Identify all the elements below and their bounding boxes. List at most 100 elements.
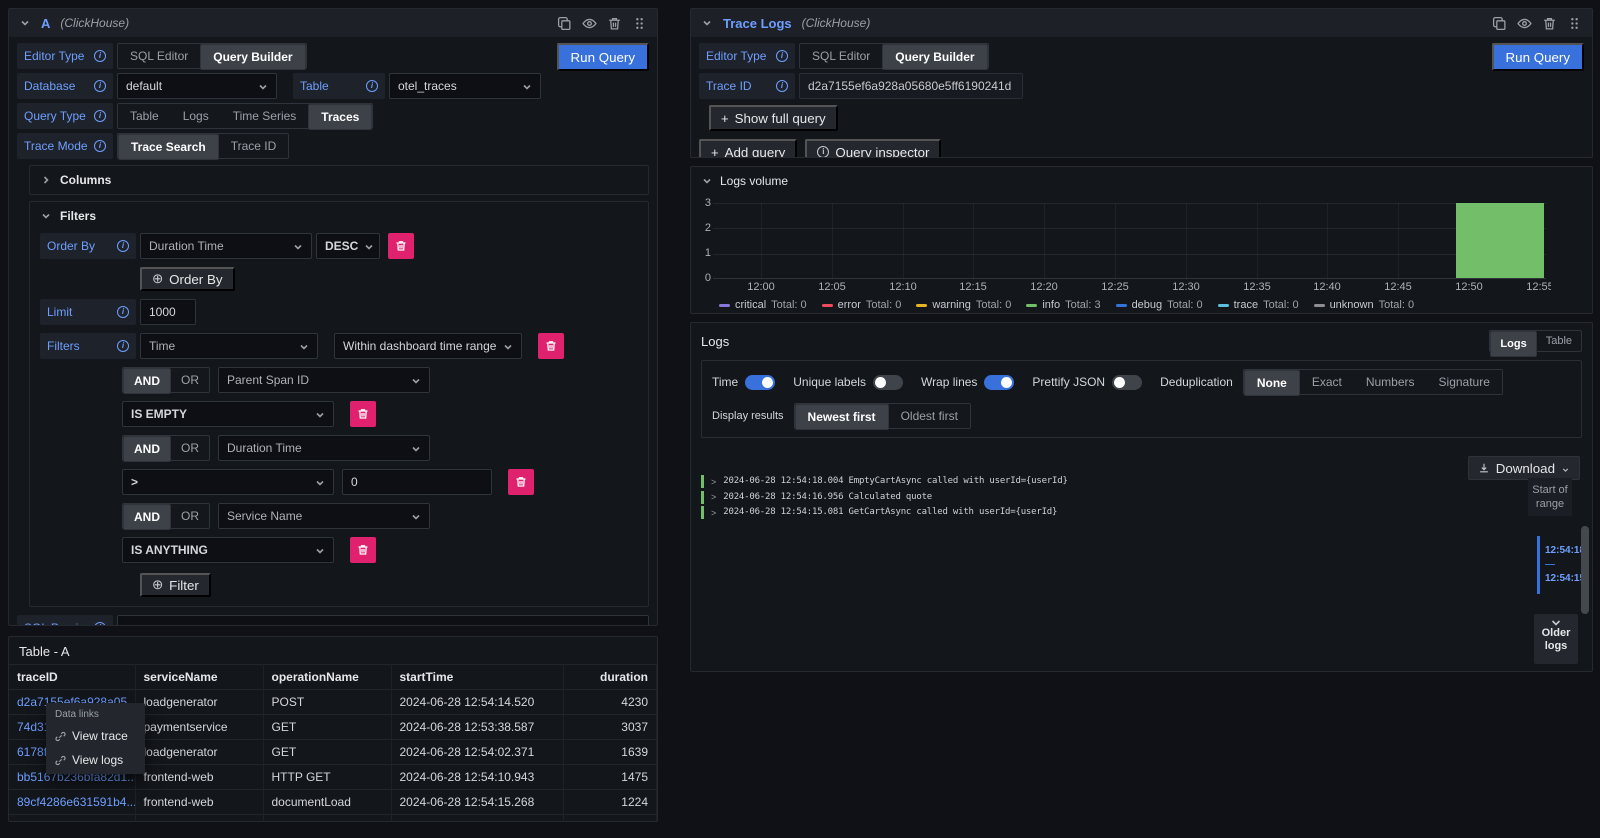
log-row[interactable]: >2024-06-28 12:54:15.081 GetCartAsync ca…: [701, 505, 1462, 521]
query-row-header[interactable]: A (ClickHouse): [9, 9, 657, 37]
info-icon[interactable]: i: [94, 140, 106, 152]
filter-time-field-select[interactable]: Time: [140, 333, 318, 359]
and-option[interactable]: AND: [123, 368, 171, 394]
or-option[interactable]: OR: [171, 436, 209, 460]
add-query-button[interactable]: +Add query: [699, 139, 797, 158]
remove-query-trash-icon[interactable]: [1542, 16, 1557, 31]
query-type-traces[interactable]: Traces: [308, 104, 372, 130]
info-icon[interactable]: i: [117, 240, 129, 252]
legend-item[interactable]: traceTotal: 0: [1218, 299, 1299, 311]
view-trace-menu-item[interactable]: View trace: [46, 724, 145, 748]
dedup-signature[interactable]: Signature: [1427, 370, 1502, 394]
col-header-operationname[interactable]: operationName: [263, 665, 391, 690]
limit-input[interactable]: [140, 299, 196, 325]
hide-response-eye-icon[interactable]: [582, 16, 597, 31]
legend-item[interactable]: criticalTotal: 0: [719, 299, 807, 311]
col-header-duration[interactable]: duration: [563, 665, 657, 690]
query-type-timeseries[interactable]: Time Series: [221, 104, 309, 128]
columns-section[interactable]: Columns: [29, 165, 649, 195]
trace-search-option[interactable]: Trace Search: [118, 134, 219, 160]
trace-id-link[interactable]: 9ae7acf81341986...: [9, 815, 135, 823]
collapse-chevron-icon[interactable]: [19, 17, 31, 29]
legend-item[interactable]: unknownTotal: 0: [1314, 299, 1415, 311]
download-button[interactable]: Download: [1468, 456, 1580, 480]
order-by-field-select[interactable]: Duration Time: [140, 233, 312, 259]
filter-field-select[interactable]: Duration Time: [218, 435, 430, 461]
filter-time-range-select[interactable]: Within dashboard time range: [334, 333, 522, 359]
filter-condition-select[interactable]: IS EMPTY: [122, 401, 334, 427]
older-logs-button[interactable]: Older logs: [1534, 614, 1578, 664]
and-option[interactable]: AND: [123, 436, 171, 462]
order-by-direction-select[interactable]: DESC: [316, 233, 380, 259]
drag-handle-icon[interactable]: [1567, 16, 1582, 31]
info-icon[interactable]: i: [94, 50, 106, 62]
trace-id-link[interactable]: 89cf4286e631591b4...: [9, 790, 135, 815]
remove-condition-button[interactable]: [350, 401, 376, 427]
remove-condition-button[interactable]: [508, 469, 534, 495]
logs-view-option[interactable]: Logs: [1490, 331, 1536, 357]
info-icon[interactable]: i: [94, 622, 106, 626]
sql-editor-option[interactable]: SQL Editor: [800, 44, 882, 68]
show-full-query-button[interactable]: +Show full query: [709, 105, 838, 131]
info-icon[interactable]: i: [117, 340, 129, 352]
add-filter-button[interactable]: ⊕Filter: [140, 573, 211, 597]
remove-filter-button[interactable]: [538, 333, 564, 359]
legend-item[interactable]: warningTotal: 0: [916, 299, 1011, 311]
table-select[interactable]: otel_traces: [389, 73, 541, 99]
info-icon[interactable]: i: [776, 50, 788, 62]
expand-log-chevron-icon[interactable]: >: [711, 508, 716, 518]
sql-editor-option[interactable]: SQL Editor: [118, 44, 200, 68]
duplicate-query-icon[interactable]: [1492, 16, 1507, 31]
time-toggle[interactable]: Time: [712, 375, 775, 390]
oldest-first-option[interactable]: Oldest first: [889, 404, 970, 428]
expand-log-chevron-icon[interactable]: >: [711, 492, 716, 502]
info-icon[interactable]: i: [366, 80, 378, 92]
legend-item[interactable]: errorTotal: 0: [822, 299, 902, 311]
collapse-chevron-icon[interactable]: [701, 17, 713, 29]
query-builder-option[interactable]: Query Builder: [882, 44, 987, 70]
info-icon[interactable]: i: [776, 80, 788, 92]
unique-labels-toggle[interactable]: Unique labels: [793, 375, 903, 390]
duplicate-query-icon[interactable]: [557, 16, 572, 31]
trace-id-input[interactable]: [799, 73, 1023, 99]
log-nav-scrollbar[interactable]: [1581, 526, 1589, 614]
filter-field-select[interactable]: Service Name: [218, 503, 430, 529]
expand-log-chevron-icon[interactable]: >: [711, 477, 716, 487]
info-icon[interactable]: i: [94, 110, 106, 122]
col-header-starttime[interactable]: startTime: [391, 665, 563, 690]
wrap-lines-toggle[interactable]: Wrap lines: [921, 375, 1014, 390]
or-option[interactable]: OR: [171, 368, 209, 392]
prettify-json-toggle[interactable]: Prettify JSON: [1032, 375, 1142, 390]
remove-order-by-button[interactable]: [388, 233, 414, 259]
view-logs-menu-item[interactable]: View logs: [46, 748, 145, 772]
or-option[interactable]: OR: [171, 504, 209, 528]
dedup-exact[interactable]: Exact: [1300, 370, 1354, 394]
run-query-button[interactable]: Run Query: [557, 43, 649, 71]
hide-response-eye-icon[interactable]: [1517, 16, 1532, 31]
remove-condition-button[interactable]: [350, 537, 376, 563]
remove-query-trash-icon[interactable]: [607, 16, 622, 31]
log-row[interactable]: >2024-06-28 12:54:16.956 Calculated quot…: [701, 490, 1462, 506]
log-row[interactable]: >2024-06-28 12:54:18.004 EmptyCartAsync …: [701, 474, 1462, 490]
database-select[interactable]: default: [117, 73, 277, 99]
col-header-servicename[interactable]: serviceName: [135, 665, 263, 690]
query-type-logs[interactable]: Logs: [171, 104, 221, 128]
filter-condition-select[interactable]: IS ANYTHING: [122, 537, 334, 563]
filter-field-select[interactable]: Parent Span ID: [218, 367, 430, 393]
logs-volume-header[interactable]: Logs volume: [691, 167, 1592, 188]
query-builder-option[interactable]: Query Builder: [200, 44, 305, 70]
add-order-by-button[interactable]: ⊕Order By: [140, 267, 235, 291]
table-view-option[interactable]: Table: [1537, 331, 1581, 351]
trace-id-option[interactable]: Trace ID: [219, 134, 289, 158]
dedup-numbers[interactable]: Numbers: [1354, 370, 1427, 394]
newest-first-option[interactable]: Newest first: [795, 404, 889, 430]
drag-handle-icon[interactable]: [632, 16, 647, 31]
logs-volume-chart[interactable]: [713, 203, 1546, 279]
filter-condition-select[interactable]: >: [122, 469, 334, 495]
dedup-none[interactable]: None: [1244, 370, 1300, 396]
query-row-header[interactable]: Trace Logs (ClickHouse): [691, 9, 1592, 37]
legend-item[interactable]: infoTotal: 3: [1026, 299, 1100, 311]
info-icon[interactable]: i: [117, 306, 129, 318]
info-icon[interactable]: i: [94, 80, 106, 92]
query-inspector-button[interactable]: iQuery inspector: [805, 139, 941, 158]
